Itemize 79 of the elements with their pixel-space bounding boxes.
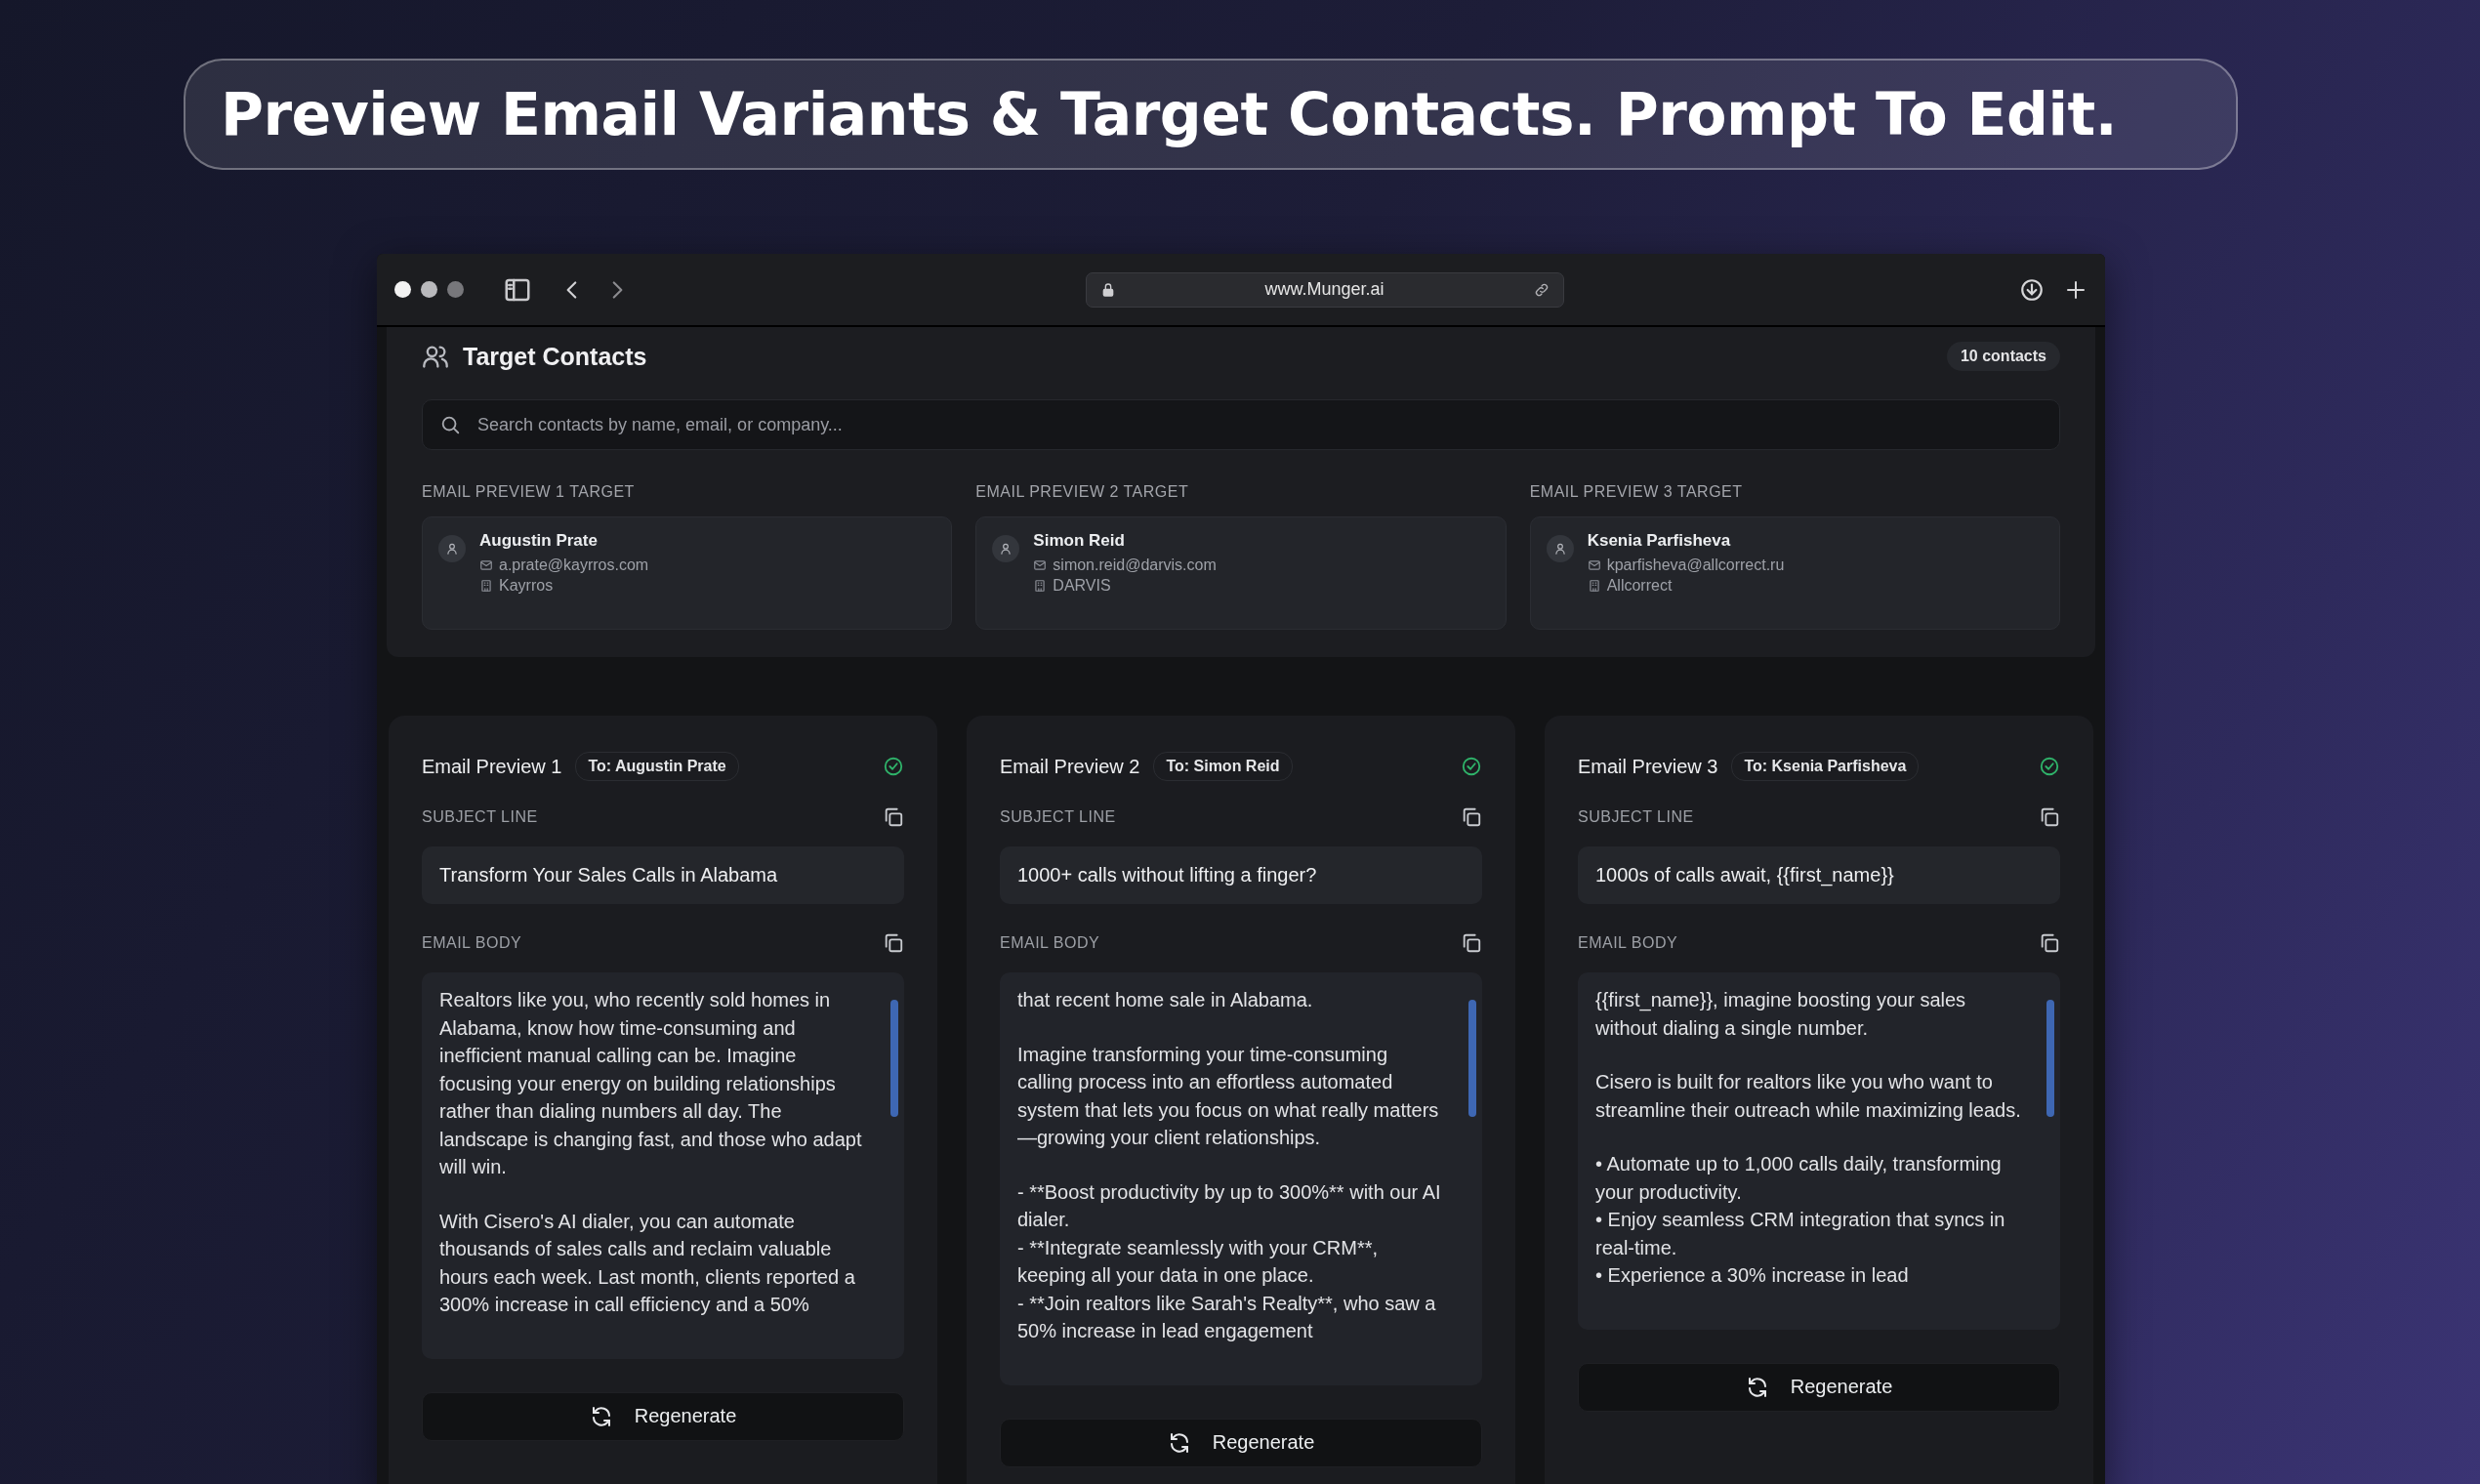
search-icon [439, 414, 461, 435]
body-text: - **Boost productivity by up to 300%** with our AI dialer. [1017, 1179, 1442, 1232]
contact-email: kparfisheva@allcorrect.ru [1606, 556, 1785, 574]
recipient-tag: To: Ksenia Parfisheva [1731, 752, 1920, 781]
body-text: • Automate up to 1,000 calls daily, transforming your productivity. [1595, 1152, 2003, 1205]
headline: Preview Email Variants & Target Contacts. Prompt To Edit. [184, 59, 2238, 170]
field-label: SUBJECT LINE [1578, 808, 1694, 826]
copy-icon[interactable] [2039, 806, 2060, 828]
contact-card[interactable]: Ksenia Parfisheva kparfisheva@allcorrect.ru Allcorrect [1529, 516, 2060, 630]
avatar-icon [438, 535, 466, 562]
copy-icon[interactable] [1461, 932, 1482, 954]
subject-field[interactable]: 1000s of calls await, {{first_name}} [1578, 846, 2060, 904]
mail-icon [1033, 558, 1048, 572]
recipient-tag: To: Augustin Prate [575, 752, 739, 781]
contact-name: Ksenia Parfisheva [1587, 531, 1732, 551]
preview-title: Email Preview 1 [422, 755, 562, 778]
check-circle-icon [883, 756, 904, 777]
contact-card[interactable]: Augustin Prate a.prate@kayrros.com Kayrros [422, 516, 953, 630]
search-field[interactable]: Search contacts by name, email, or company... [422, 399, 2060, 450]
target-label: EMAIL PREVIEW 1 TARGET [422, 483, 636, 501]
contact-email: simon.reid@darvis.com [1053, 556, 1217, 574]
check-circle-icon [1461, 756, 1482, 777]
field-label: EMAIL BODY [1000, 934, 1100, 952]
contact-company: Allcorrect [1606, 577, 1673, 595]
avatar-icon [1546, 535, 1574, 562]
scrollbar-thumb[interactable] [890, 1000, 898, 1117]
body-text: • Experience a 30% increase in lead [1595, 1263, 1910, 1288]
mail-icon [1587, 558, 1601, 572]
body-text: that recent home sale in Alabama. [1017, 988, 1314, 1012]
mail-icon [479, 558, 493, 572]
address-bar[interactable]: www.Munger.ai [1085, 271, 1564, 308]
scrollbar-thumb[interactable] [2046, 1000, 2054, 1117]
regenerate-button[interactable]: Regenerate [1000, 1418, 1482, 1467]
copy-icon[interactable] [883, 932, 904, 954]
subject-field[interactable]: Transform Your Sales Calls in Alabama [422, 846, 904, 904]
panel-title: Target Contacts [463, 342, 647, 371]
recipient-tag: To: Simon Reid [1153, 752, 1293, 781]
copy-icon[interactable] [883, 806, 904, 828]
contact-card[interactable]: Simon Reid simon.reid@darvis.com DARVIS [975, 516, 1507, 630]
scrollbar-thumb[interactable] [1468, 1000, 1476, 1117]
body-text: - **Integrate seamlessly with your CRM**, keeping all your data in one place. [1017, 1235, 1379, 1288]
download-icon[interactable] [2019, 276, 2045, 303]
regenerate-button[interactable]: Regenerate [1578, 1362, 2060, 1412]
regenerate-button[interactable]: Regenerate [422, 1391, 904, 1441]
email-body-field[interactable] [1000, 972, 1482, 1385]
target-label: EMAIL PREVIEW 2 TARGET [975, 483, 1190, 501]
contact-name: Simon Reid [1033, 531, 1126, 551]
building-icon [1587, 579, 1601, 593]
email-body-field[interactable] [1578, 972, 2060, 1330]
body-text: Cisero is built for realtors like you who want to streamline their outreach while maximizing leads. [1595, 1070, 2021, 1123]
email-body-field[interactable] [422, 972, 904, 1359]
contact-email: a.prate@kayrros.com [499, 556, 649, 574]
body-text: Imagine transforming your time-consuming calling process into an effortless automated system that lets you focus on what really matters—growing your client relationships. [1017, 1042, 1440, 1150]
avatar-icon [992, 535, 1020, 562]
building-icon [479, 579, 493, 593]
body-text: Realtors like you, who recently sold homes in Alabama, know how time-consuming and inefficient manual calling can be. Imagine focusing your energy on building relationships rather than dialing numbers all day. The landscape is changing fast, and those who adapt will win. [439, 988, 863, 1179]
contact-name: Augustin Prate [479, 531, 599, 551]
target-label: EMAIL PREVIEW 3 TARGET [1529, 483, 1744, 501]
contact-company: Kayrros [499, 577, 554, 595]
building-icon [1033, 579, 1048, 593]
preview-title: Email Preview 3 [1578, 755, 1718, 778]
window-controls-drawing[interactable] [394, 281, 464, 298]
preview-title: Email Preview 2 [1000, 755, 1140, 778]
contact-company: DARVIS [1053, 577, 1111, 595]
check-circle-icon [2039, 756, 2060, 777]
copy-icon[interactable] [2039, 932, 2060, 954]
field-label: EMAIL BODY [422, 934, 522, 952]
body-text: With Cisero's AI dialer, you can automate thousands of sales calls and reclaim valuable hours each week. Last month, clients reported a 300% increase in call efficiency and a 50% [439, 1209, 856, 1317]
subject-field[interactable]: 1000+ calls without lifting a finger? [1000, 846, 1482, 904]
field-label: SUBJECT LINE [1000, 808, 1116, 826]
body-text: • Enjoy seamless CRM integration that syncs in real-time. [1595, 1208, 2006, 1260]
contact-count: 10 contacts [1946, 342, 2060, 371]
body-text: - **Join realtors like Sarah's Realty**, who saw a 50% increase in lead engagement [1017, 1291, 1437, 1343]
url-text: www.Munger.ai [1263, 279, 1385, 300]
copy-icon[interactable] [1461, 806, 1482, 828]
body-text: {{first_name}}, imagine boosting your sales without dialing a single number. [1595, 988, 1967, 1041]
field-label: SUBJECT LINE [422, 808, 538, 826]
field-label: EMAIL BODY [1578, 934, 1678, 952]
link-icon[interactable] [1533, 281, 1550, 298]
